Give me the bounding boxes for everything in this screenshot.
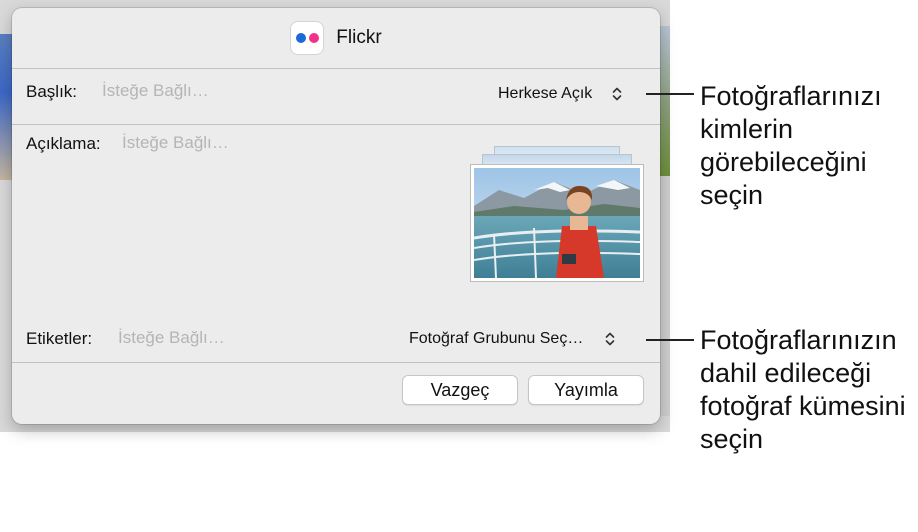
flickr-logo-icon — [290, 21, 325, 55]
up-down-chevron-icon — [605, 330, 615, 348]
photo-group-popup[interactable]: Fotoğraf Grubunu Seç… — [409, 330, 615, 348]
boy-on-boat-photo — [473, 168, 641, 279]
cancel-button[interactable]: Vazgeç — [402, 375, 518, 405]
privacy-callout-text: Fotoğraflarınızı kimlerin görebileceğini… — [700, 81, 882, 210]
tags-label: Etiketler: — [26, 329, 93, 348]
privacy-popup-value: Herkese Açık — [498, 85, 593, 102]
flickr-blue-dot — [295, 33, 306, 43]
title-input[interactable] — [102, 81, 362, 101]
photo-group-popup-value: Fotoğraf Grubunu Seç… — [409, 330, 584, 347]
title-label: Başlık: — [26, 82, 78, 101]
photo-thumbnail — [470, 164, 644, 282]
divider — [12, 362, 660, 363]
tags-input[interactable] — [118, 328, 358, 348]
privacy-callout-line — [646, 93, 694, 95]
photo-stack-preview — [470, 146, 644, 282]
flickr-share-dialog: Flickr Başlık: Herkese Açık Açıklama: — [12, 8, 660, 424]
up-down-chevron-icon — [612, 85, 622, 103]
description-label: Açıklama: — [26, 134, 101, 153]
dialog-title-bar: Flickr — [12, 8, 660, 68]
divider — [12, 124, 660, 125]
publish-button[interactable]: Yayımla — [528, 375, 644, 405]
description-input[interactable] — [122, 133, 422, 153]
group-callout-line — [646, 339, 694, 341]
group-callout-text: Fotoğraflarınızın dahil edileceği fotoğr… — [700, 325, 906, 454]
privacy-popup[interactable]: Herkese Açık — [498, 85, 622, 103]
flickr-pink-dot — [308, 33, 319, 43]
dialog-title: Flickr — [336, 27, 382, 48]
divider — [12, 68, 660, 69]
